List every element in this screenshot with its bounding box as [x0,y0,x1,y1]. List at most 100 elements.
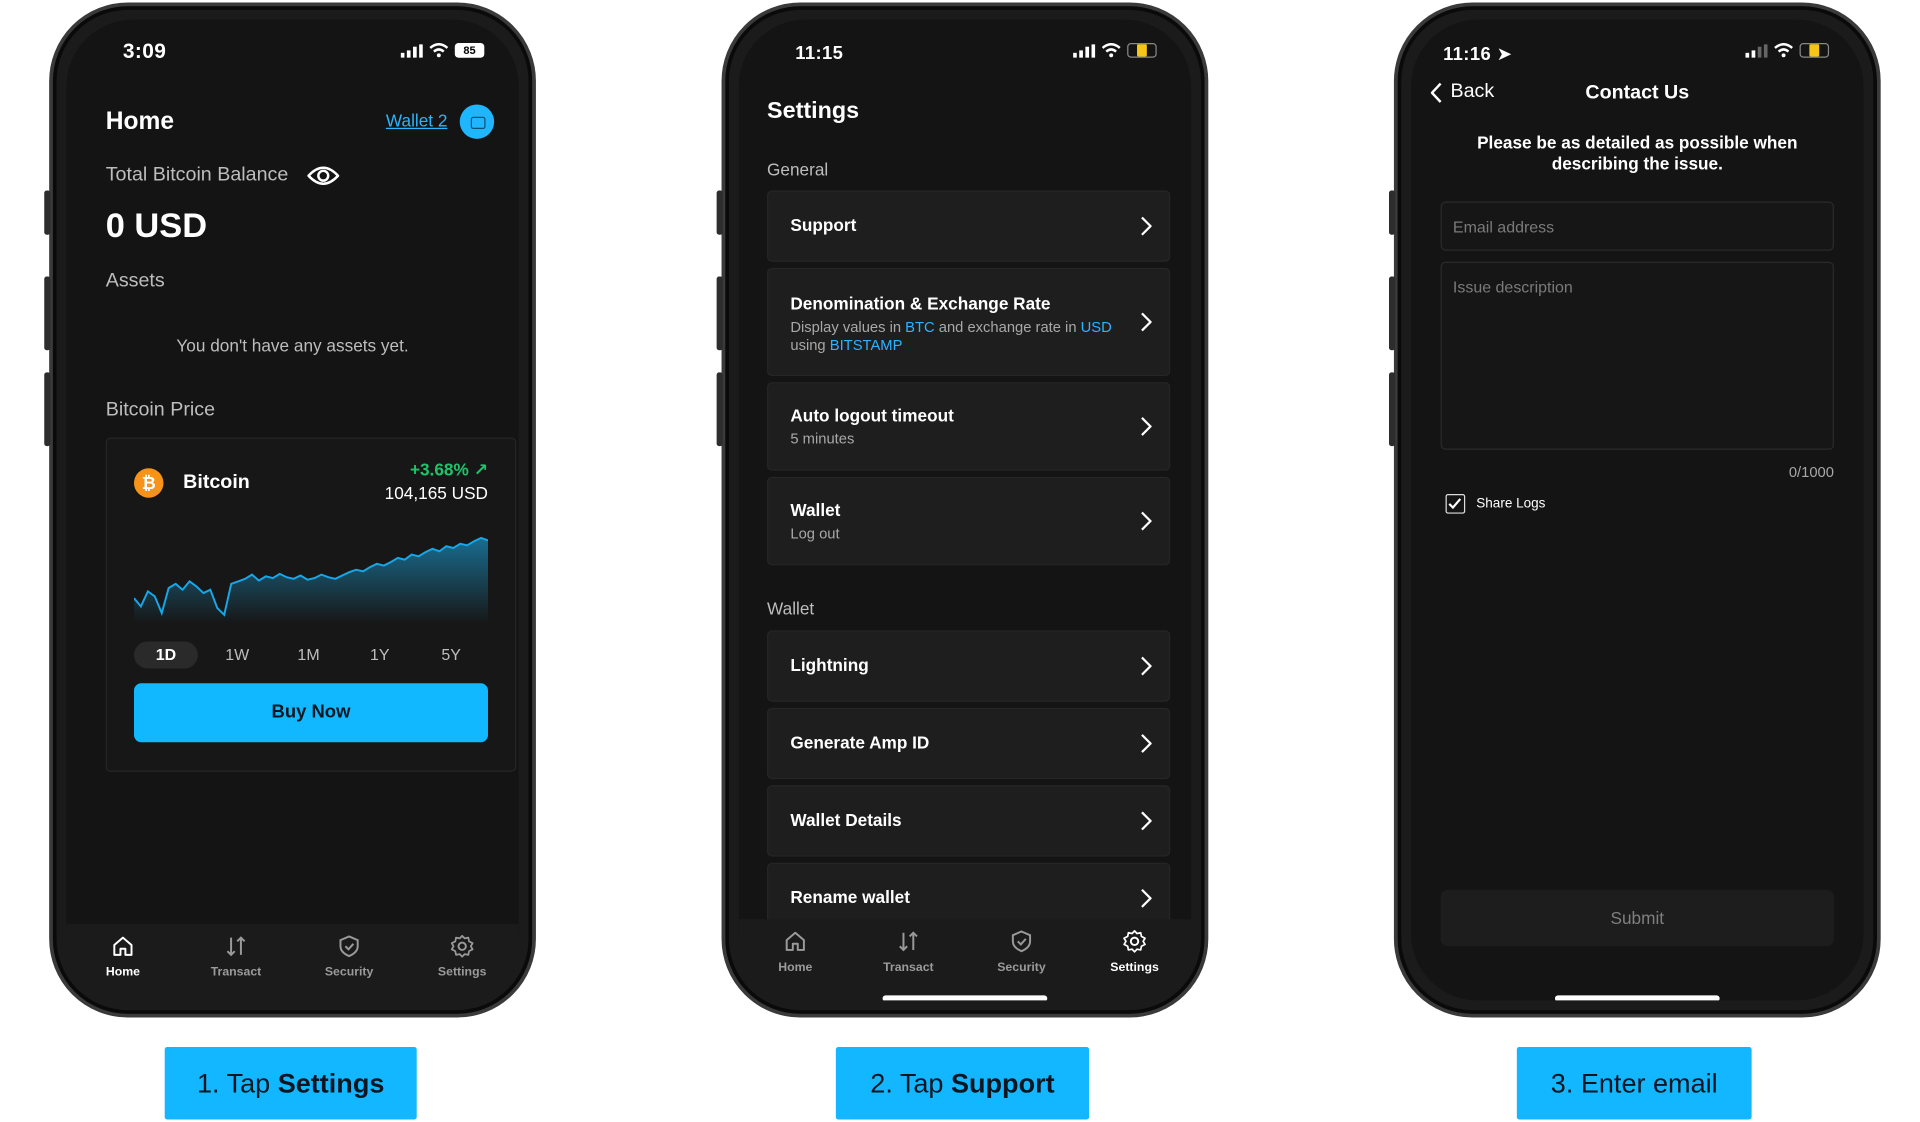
signal-icon [400,43,423,58]
eye-icon[interactable] [307,165,340,187]
balance-value: 0 USD [105,206,208,245]
settings-row-lightning[interactable]: Lightning [767,630,1171,702]
tab-settings[interactable]: Settings [406,924,519,1000]
settings-row-denomination[interactable]: Denomination & Exchange Rate Display val… [767,267,1171,377]
tab-label: Settings [437,965,487,980]
wifi-icon [429,43,449,58]
wifi-icon [1101,43,1121,58]
status-bar: 11:15 [739,20,1191,81]
contact-screen: 11:16 ➤ Back Contact Us Please be as det… [1411,19,1864,1001]
tab-security[interactable]: Security [965,919,1078,1000]
home-indicator [882,995,1048,1001]
tab-label: Security [997,960,1046,975]
phone-settings: 11:15 Settings General Support Denominat… [716,2,1209,1018]
issue-description-field[interactable]: Issue description [1440,261,1834,450]
tab-label: Transact [210,965,262,980]
buy-now-button[interactable]: Buy Now [133,683,488,743]
tab-label: Transact [883,960,934,975]
settings-row-auto-logout[interactable]: Auto logout timeout 5 minutes [767,382,1171,471]
range-5y[interactable]: 5Y [419,641,483,668]
coin-name: Bitcoin [183,471,250,493]
tab-home[interactable]: Home [66,924,179,1000]
step-3-caption: 3. Enter email [1516,1047,1752,1120]
group-wallet-label: Wallet [767,598,815,619]
chevron-right-icon [1141,734,1152,753]
settings-screen: 11:15 Settings General Support Denominat… [738,19,1192,1001]
home-icon [113,936,133,956]
tab-bar: Home Transact Security Settings [738,919,1192,1001]
shield-icon [339,935,359,958]
battery-icon: 85 [454,43,485,58]
tab-settings[interactable]: Settings [1078,919,1191,1000]
phone-home: 3:09 85 Home Wallet 2 Total Bitcoin Bala… [44,2,536,1018]
share-logs-checkbox[interactable] [1445,494,1466,514]
status-bar: 3:09 85 [66,20,518,81]
chevron-right-icon [1141,656,1152,676]
price-label: Bitcoin Price [105,399,216,421]
tab-transact[interactable]: Transact [179,924,292,1000]
chevron-right-icon [1141,417,1152,436]
row-label: Generate Amp ID [790,732,930,753]
checkmark-icon [1448,498,1462,510]
settings-row-support[interactable]: Support [767,190,1171,262]
battery-charging-icon [1799,43,1830,58]
row-label: Wallet [790,500,841,520]
page-title: Settings [767,98,860,125]
row-label: Wallet Details [790,809,902,830]
instructions: Please be as detailed as possible when d… [1477,132,1798,174]
submit-button[interactable]: Submit [1440,889,1834,947]
page-title: Contact Us [1585,82,1690,104]
range-1y[interactable]: 1Y [348,641,412,668]
share-logs-label: Share Logs [1476,496,1546,512]
row-label: Rename wallet [790,887,910,907]
row-label: Denomination & Exchange Rate [790,293,1051,314]
balance-label: Total Bitcoin Balance [105,164,289,186]
wallet-switch-link[interactable]: Wallet 2 [386,111,448,131]
tab-label: Home [778,960,813,975]
signal-icon [1745,43,1768,58]
gear-icon [450,934,474,958]
tab-label: Home [105,965,140,980]
phone-contact: 11:16 ➤ Back Contact Us Please be as det… [1388,2,1881,1018]
range-1d[interactable]: 1D [133,641,198,669]
price-change: +3.68% ↗ [409,459,488,480]
row-label: Auto logout timeout [790,405,954,426]
status-time: 11:16 ➤ [1443,44,1513,66]
tab-security[interactable]: Security [293,924,406,1000]
coin-price: 104,165 USD [384,482,488,503]
gear-icon [1123,930,1146,953]
chevron-right-icon [1141,888,1152,908]
tab-bar: Home Transact Security Settings [66,924,519,1001]
tab-label: Settings [1110,960,1159,975]
signal-icon [1073,43,1096,58]
chevron-right-icon [1141,511,1152,531]
settings-row-amp-id[interactable]: Generate Amp ID [767,707,1171,780]
bitcoin-logo-icon: ₿ [133,468,164,498]
status-bar: 11:16 ➤ [1411,20,1863,81]
settings-row-wallet-details[interactable]: Wallet Details [767,785,1171,857]
email-field[interactable]: Email address [1440,201,1834,251]
tab-transact[interactable]: Transact [852,919,965,1000]
row-description: Display values in BTC and exchange rate … [790,318,1112,354]
chevron-right-icon [1141,216,1152,236]
wifi-icon [1774,43,1793,58]
transfer-arrows-icon [899,931,918,952]
transfer-arrows-icon [226,936,246,957]
price-sparkline [133,536,488,624]
bitcoin-price-card: ₿ Bitcoin +3.68% ↗ 104,165 USD 1D 1W 1M 1Y 5… [105,437,517,772]
row-value: Log out [790,524,840,542]
tab-home[interactable]: Home [739,919,852,1000]
row-label: Lightning [790,655,869,675]
assets-label: Assets [105,270,165,292]
range-1m[interactable]: 1M [277,641,341,668]
trend-up-icon: ↗ [473,459,488,480]
shield-icon [1011,930,1032,953]
status-time: 11:15 [795,43,844,64]
assets-empty-message: You don't have any assets yet. [176,335,409,356]
character-counter: 0/1000 [1788,463,1834,481]
step-2-caption: 2. Tap Support [835,1047,1090,1120]
battery-charging-icon [1127,43,1157,58]
wallet-icon[interactable] [459,104,495,139]
settings-row-wallet-logout[interactable]: Wallet Log out [767,476,1171,566]
range-1w[interactable]: 1W [205,641,269,668]
